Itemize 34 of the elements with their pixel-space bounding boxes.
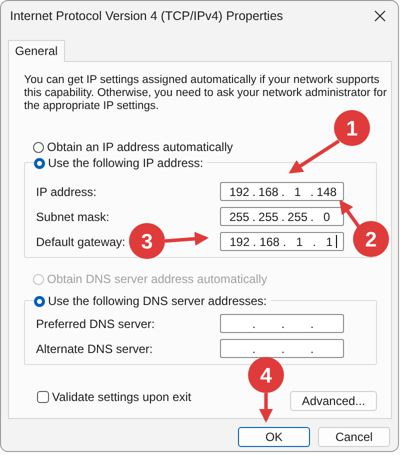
callout-arrow (339, 200, 360, 228)
advanced-button[interactable]: Advanced... (290, 391, 377, 411)
field-label: Subnet mask: (36, 210, 110, 224)
callout-arrow (288, 140, 340, 174)
step-badge: 3 (129, 223, 165, 259)
description-text: You can get IP settings assigned automatically if your network supports this capability. Otherwise, you need to ask your network administrator for the appropriate IP settings. (24, 74, 388, 113)
ip-address-field[interactable]: 192 . 168 . 1 . 1 (220, 232, 344, 251)
field-label: Preferred DNS server: (36, 316, 155, 330)
close-icon[interactable] (374, 10, 386, 22)
ip-address-field[interactable]: 255 . 255 . 255 . 0 (220, 207, 344, 226)
radio-label: Use the following DNS server addresses: (48, 294, 267, 308)
field-label: Default gateway: (36, 234, 126, 248)
ip-address-field[interactable]: . . . (220, 314, 344, 333)
tab[interactable]: General (8, 40, 65, 62)
radio-button[interactable] (34, 158, 45, 168)
ok-button[interactable]: OK (238, 427, 310, 447)
radio-button[interactable] (33, 142, 44, 152)
radio-label: Use the following IP address: (48, 156, 204, 170)
callout-arrow (164, 232, 209, 246)
ip-address-field[interactable]: 192 . 168 . 1 . 148 (220, 182, 344, 201)
field-label: Alternate DNS server: (36, 342, 153, 356)
step-badge: 4 (248, 357, 284, 393)
callout-arrow (259, 393, 273, 423)
checkbox[interactable] (37, 391, 49, 403)
radio-button[interactable] (34, 296, 45, 306)
checkbox-label: Validate settings upon exit (52, 390, 192, 404)
radio-label: Obtain an IP address automatically (47, 140, 233, 154)
cancel-button[interactable]: Cancel (318, 427, 390, 447)
window-title: Internet Protocol Version 4 (TCP/IPv4) Properties (10, 9, 284, 23)
step-badge: 2 (353, 221, 389, 257)
field-label: IP address: (36, 184, 96, 198)
step-badge: 1 (334, 110, 370, 146)
ip-address-field[interactable]: . . . (220, 339, 344, 358)
radio-label: Obtain DNS server address automatically (47, 272, 268, 286)
